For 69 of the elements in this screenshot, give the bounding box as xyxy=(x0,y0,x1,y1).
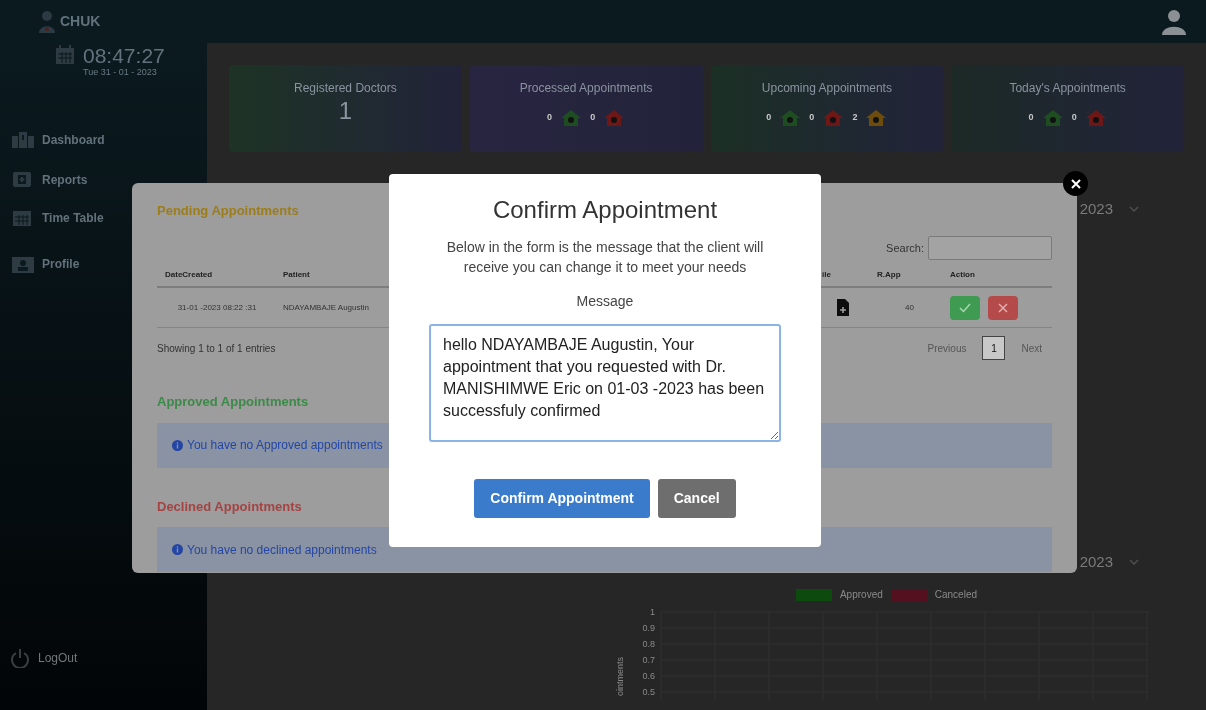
next-link[interactable]: Next xyxy=(1021,340,1042,356)
y-tick-label: 0.5 xyxy=(642,687,655,697)
chevron-icon xyxy=(1129,558,1139,565)
dialog-description: Below in the form is the message that the client will receive you can change it to meet your needs xyxy=(445,237,765,277)
cross-icon xyxy=(998,302,1008,313)
person-icon xyxy=(38,9,56,34)
info-icon xyxy=(172,544,183,556)
nav-item[interactable]: Dashboard xyxy=(12,129,207,150)
table-cell: 31-01 -2023 08:22 :31 xyxy=(177,301,257,314)
search-label: Search: xyxy=(886,240,924,256)
y-axis-label: ointments xyxy=(615,656,625,696)
decline-button[interactable] xyxy=(988,295,1018,320)
table-cell: 40 xyxy=(905,301,914,314)
y-tick-label: 0.8 xyxy=(642,639,655,649)
cancel-button[interactable]: Cancel xyxy=(657,478,736,518)
count-value: 2 xyxy=(852,111,858,125)
file-plus-icon[interactable] xyxy=(837,299,849,316)
close-icon xyxy=(1070,178,1081,189)
check-icon xyxy=(959,302,971,313)
column-header[interactable]: DateCreated xyxy=(165,269,213,281)
clock-time: 08:47:27 xyxy=(83,45,165,66)
close-button[interactable] xyxy=(1063,171,1088,196)
clock-date: Tue 31 - 01 - 2023 xyxy=(83,66,158,79)
brand-name: CHUK xyxy=(60,12,101,31)
section-heading: Declined Appointments xyxy=(157,498,302,515)
legend-label: Canceled xyxy=(934,588,978,602)
alert-message: You have no declined appointments xyxy=(187,541,377,559)
alert-message: You have no Approved appointments xyxy=(187,437,383,455)
legend-label: Approved xyxy=(839,588,883,602)
power-icon xyxy=(10,648,30,668)
year-select[interactable]: 2023 xyxy=(1079,550,1139,573)
table-cell: NDAYAMBAJE Augustin xyxy=(283,301,369,314)
card-title: Today's Appointments xyxy=(1008,80,1127,97)
y-tick-label: 0.9 xyxy=(642,623,655,633)
entries-info: Showing 1 to 1 of 1 entries xyxy=(157,341,276,356)
section-heading: Pending Appointments xyxy=(157,203,299,219)
column-header[interactable]: ile xyxy=(822,269,831,281)
section-heading: Approved Appointments xyxy=(157,394,309,410)
year-select[interactable]: 2023 xyxy=(1079,198,1139,221)
count-value: 0 xyxy=(1071,111,1077,125)
y-tick-label: 1 xyxy=(650,607,655,617)
user-icon[interactable] xyxy=(1162,8,1186,35)
logout-button[interactable]: LogOut xyxy=(10,648,207,668)
count-value: 0 xyxy=(547,111,553,125)
page-button[interactable]: 1 xyxy=(982,336,1006,360)
count-value: 0 xyxy=(590,111,596,125)
count-value: 0 xyxy=(766,111,772,125)
field-label: Message xyxy=(575,291,635,311)
nav-icon xyxy=(12,129,34,150)
chevron-icon xyxy=(1129,206,1139,213)
confirm-button[interactable]: Confirm Appointment xyxy=(474,478,650,518)
y-tick-label: 0.7 xyxy=(642,655,655,665)
card-title: Registered Doctors xyxy=(293,80,398,97)
card-title: Upcoming Appointments xyxy=(760,80,893,97)
search-field[interactable] xyxy=(928,236,1052,260)
card-value: 1 xyxy=(337,97,354,126)
calendar-icon xyxy=(55,45,75,65)
info-icon xyxy=(172,439,183,451)
card-title: Processed Appointments xyxy=(518,80,654,97)
column-header[interactable]: Patient xyxy=(283,269,310,281)
count-value: 0 xyxy=(1028,111,1034,125)
message-field[interactable]: hello NDAYAMBAJE Augustin, Your appointment that you requested with Dr. MANISHIMWE Eric on 01-03 -2023 has been successfuly confirmed xyxy=(429,323,781,442)
nav-icon xyxy=(12,169,34,190)
count-value: 0 xyxy=(809,111,815,125)
column-header[interactable]: Action xyxy=(950,269,975,281)
column-header[interactable]: R.App xyxy=(877,269,901,281)
dialog-title: Confirm Appointment xyxy=(491,196,719,225)
y-tick-label: 0.6 xyxy=(642,671,655,681)
previous-link[interactable]: Previous xyxy=(927,340,967,356)
